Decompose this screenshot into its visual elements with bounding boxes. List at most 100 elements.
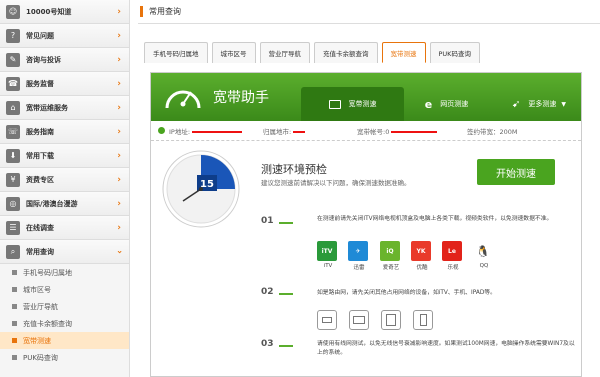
location-label: 归属地市: (263, 127, 292, 136)
swoosh-icon: ➹ (511, 98, 521, 110)
subnav-label: PUK码查询 (23, 353, 58, 362)
app-iqiyi: iQ 爱奇艺 (380, 241, 402, 271)
subnav-phone-location[interactable]: 手机号码归属地 (0, 264, 129, 281)
sidebar-item-guide[interactable]: ☏ 服务指南 › (0, 120, 129, 144)
breadcrumb: 常用查询 (138, 0, 600, 24)
tab-area-code[interactable]: 城市区号 (211, 42, 256, 63)
qq-app-icon: 🐧 (473, 241, 493, 261)
app-itv: iTV iTV (317, 241, 339, 269)
chevron-right-icon: › (117, 174, 121, 185)
youku-app-icon: YK (411, 241, 431, 261)
sidebar-item-label: 10000号知道 (26, 7, 72, 16)
tab-label: 网页测速 (440, 100, 469, 108)
tablet-device-icon (381, 310, 401, 330)
itv-device-icon (317, 310, 337, 330)
app-name: 优酷 (416, 265, 428, 271)
tab-speed-test[interactable]: 宽带测速 (381, 42, 426, 63)
subnav-label: 营业厅导航 (23, 302, 58, 311)
tab-card-balance[interactable]: 充值卡余额查询 (314, 42, 378, 63)
chevron-right-icon: › (117, 102, 121, 113)
tab-broadband-speed[interactable]: 宽带测速 (301, 87, 404, 121)
app-name: 乐视 (447, 265, 459, 271)
bandwidth-field: 签约带宽：200M (467, 126, 518, 136)
sidebar-item-complaints[interactable]: ✎ 咨询与投诉 › (0, 48, 129, 72)
app-letv: Le 乐视 (442, 241, 464, 271)
xunlei-app-icon: ✈ (348, 241, 368, 261)
bullet-icon (12, 355, 17, 360)
pencil-icon: ✎ (6, 52, 20, 67)
download-icon: ⬇ (6, 148, 20, 163)
app-xunlei: ✈ 迅雷 (348, 241, 370, 271)
subnav-card-balance[interactable]: 充值卡余额查询 (0, 315, 129, 332)
iqiyi-app-icon: iQ (380, 241, 400, 261)
chevron-right-icon: › (117, 78, 121, 89)
sidebar-item-supervision[interactable]: ☎ 服务监督 › (0, 72, 129, 96)
info-icon (158, 127, 165, 134)
page-title: 常用查询 (149, 7, 181, 16)
countdown-clock: 15 (162, 150, 240, 228)
letv-app-icon: Le (442, 241, 462, 261)
account-field: 宽带帐号:0 (357, 126, 438, 136)
assistant-header: 宽带助手 宽带测速 e 网页测速 ➹ 更多测速 ▼ (151, 73, 581, 121)
bandwidth-label: 签约带宽： (467, 127, 500, 136)
chevron-right-icon: › (117, 222, 121, 233)
broadband-icon: ⌂ (6, 100, 20, 115)
itv-app-icon: iTV (317, 241, 337, 261)
start-test-button[interactable]: 开始测速 (477, 159, 555, 185)
tab-store-nav[interactable]: 营业厅导航 (259, 42, 310, 63)
chevron-right-icon: › (117, 150, 121, 161)
subnav-speed-test[interactable]: 宽带测速 (0, 332, 129, 349)
bullet-icon (12, 321, 17, 326)
bandwidth-value: 200M (499, 127, 518, 136)
monitor-icon (328, 99, 341, 109)
ip-field: IP地址: (169, 126, 243, 136)
search-icon: ⌕ (6, 244, 20, 259)
step-text: 请使用有线网测试，以免无线信号衰减影响速度。如果测试100M网速，电脑操作系统需… (317, 341, 575, 356)
tab-puk[interactable]: PUK码查询 (429, 42, 480, 63)
speedometer-icon (165, 90, 201, 109)
tab-web-speed[interactable]: e 网页测速 (409, 87, 484, 121)
tab-phone-location[interactable]: 手机号码归属地 (144, 42, 208, 63)
tab-label: 宽带测速 (348, 100, 377, 108)
bullet-icon (12, 304, 17, 309)
sidebar-item-tariffs[interactable]: ¥ 资费专区 › (0, 168, 129, 192)
step-divider (279, 345, 293, 347)
subnav-label: 充值卡余额查询 (23, 319, 72, 328)
app-name: iTV (323, 263, 333, 269)
chevron-down-icon: › (114, 249, 125, 254)
sidebar-item-roaming[interactable]: ◎ 国际/港澳台漫游 › (0, 192, 129, 216)
step-divider (279, 222, 293, 224)
more-speed-dropdown[interactable]: ➹ 更多测速 ▼ (499, 87, 579, 121)
sidebar-item-knowledge[interactable]: ☺ 10000号知道 › (0, 0, 129, 24)
sidebar-item-survey[interactable]: ☰ 在线调查 › (0, 216, 129, 240)
subnav-store-nav[interactable]: 营业厅导航 (0, 298, 129, 315)
sidebar-item-common-query[interactable]: ⌕ 常用查询 › (0, 240, 129, 264)
chevron-right-icon: › (117, 198, 121, 209)
location-field: 归属地市: (263, 126, 306, 136)
ip-label: IP地址: (169, 127, 191, 136)
sidebar-item-faq[interactable]: ? 常见问题 › (0, 24, 129, 48)
bullet-icon (12, 338, 17, 343)
tab-label: 更多测速 (528, 100, 557, 108)
app-name: 迅雷 (353, 265, 365, 271)
sidebar-item-downloads[interactable]: ⬇ 常用下载 › (0, 144, 129, 168)
subnav-puk[interactable]: PUK码查询 (0, 349, 129, 366)
ie-icon: e (424, 97, 433, 111)
account-label: 宽带帐号: (357, 127, 386, 136)
sidebar-item-label: 常见问题 (26, 31, 54, 40)
sidebar-item-broadband-ops[interactable]: ⌂ 宽带运维服务 › (0, 96, 129, 120)
subnav-area-code[interactable]: 城市区号 (0, 281, 129, 298)
app-name: QQ (479, 263, 489, 269)
money-bag-icon: ¥ (6, 172, 20, 187)
step-divider (279, 293, 293, 295)
phone-icon: ☎ (6, 76, 20, 91)
step-number: 02 (261, 287, 274, 297)
sidebar: ☺ 10000号知道 › ? 常见问题 › ✎ 咨询与投诉 › ☎ 服务监督 › ⌂ 宽带运维服务… (0, 0, 130, 377)
globe-icon: ◎ (6, 196, 20, 211)
step-text: 在测速前请先关闭ITV网络电视机顶盒及电脑上各类下载，视频类软件，以免测速数据不… (317, 216, 553, 222)
query-tabs: 手机号码归属地 城市区号 营业厅导航 充值卡余额查询 宽带测速 PUK码查询 (144, 42, 484, 63)
person-icon: ☺ (6, 4, 20, 19)
sidebar-item-label: 服务监督 (26, 79, 54, 88)
subnav-label: 手机号码归属地 (23, 268, 72, 277)
app-youku: YK 优酷 (411, 241, 433, 271)
